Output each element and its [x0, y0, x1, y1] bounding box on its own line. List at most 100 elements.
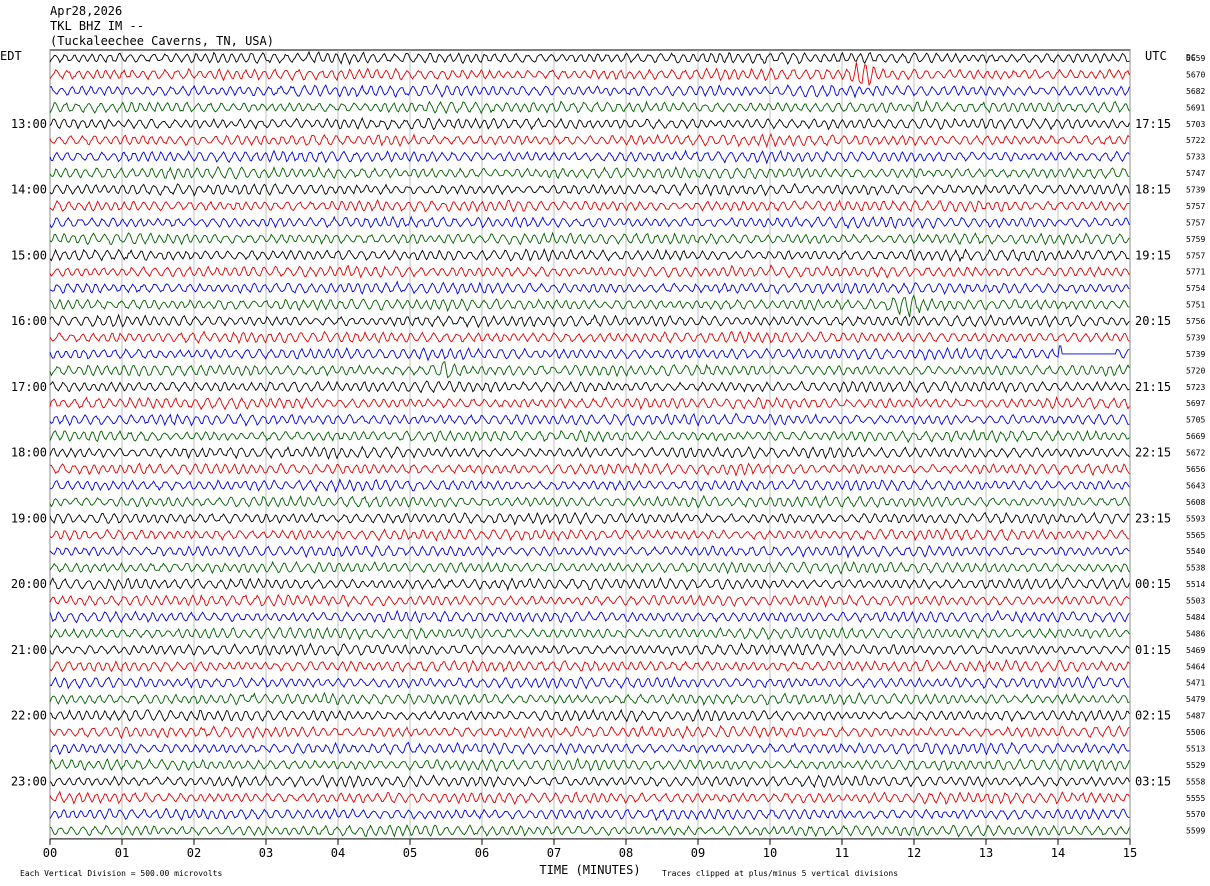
seismic-trace	[49, 132, 1130, 149]
dc-value: 5486	[1186, 629, 1205, 638]
x-tick-label: 02	[187, 846, 201, 860]
dc-value: 5656	[1186, 465, 1205, 474]
seismic-trace	[49, 757, 1130, 773]
seismic-trace	[49, 345, 1130, 362]
dc-value: 5565	[1186, 531, 1205, 540]
dc-value: 5756	[1186, 317, 1205, 326]
seismic-trace	[49, 478, 1130, 494]
edt-axis-label: EDT	[0, 49, 22, 63]
x-axis-label: TIME (MINUTES)	[539, 863, 640, 877]
seismic-trace	[49, 462, 1130, 477]
seismic-trace	[49, 116, 1130, 131]
seismic-trace	[49, 724, 1130, 740]
dc-value: 5672	[1186, 449, 1205, 458]
x-tick-label: 14	[1051, 846, 1065, 860]
x-tick-label: 08	[619, 846, 633, 860]
seismic-trace	[49, 609, 1130, 624]
seismic-trace	[49, 577, 1130, 592]
dc-value: 5733	[1186, 153, 1205, 162]
dc-value: 5739	[1186, 333, 1205, 342]
seismic-trace	[49, 642, 1130, 657]
utc-hour-label: 18:15	[1135, 183, 1171, 197]
seismic-trace	[49, 198, 1130, 213]
dc-value: 5722	[1186, 136, 1205, 145]
dc-value: 5705	[1186, 416, 1205, 425]
edt-hour-label: 20:00	[11, 577, 47, 591]
seismic-trace	[49, 593, 1130, 608]
seismic-trace	[49, 658, 1130, 674]
seismic-trace	[49, 280, 1130, 296]
seismic-trace	[49, 264, 1130, 279]
dc-value: 5670	[1186, 70, 1205, 79]
x-tick-label: 07	[547, 846, 561, 860]
x-tick-label: 13	[979, 846, 993, 860]
dc-value: 5599	[1186, 827, 1205, 836]
dc-value: 5757	[1186, 202, 1205, 211]
utc-hour-label: 20:15	[1135, 314, 1171, 328]
dc-value: 5720	[1186, 366, 1205, 375]
footer-clip-note: Traces clipped at plus/minus 5 vertical …	[662, 869, 898, 878]
seismic-trace	[49, 149, 1130, 165]
utc-hour-label: 22:15	[1135, 446, 1171, 460]
dc-value: 5757	[1186, 251, 1205, 260]
dc-value: 5723	[1186, 383, 1205, 392]
dc-value: 5669	[1186, 432, 1205, 441]
dc-value: 5479	[1186, 695, 1205, 704]
seismic-trace	[49, 708, 1130, 723]
seismic-trace	[49, 824, 1130, 838]
seismic-trace	[49, 380, 1130, 394]
seismic-trace	[49, 675, 1130, 690]
dc-value: 5659	[1186, 54, 1205, 63]
dc-value: 5691	[1186, 103, 1205, 112]
dc-value: 5759	[1186, 235, 1205, 244]
seismic-trace	[49, 741, 1130, 756]
dc-value: 5506	[1186, 728, 1205, 737]
dc-value: 5739	[1186, 186, 1205, 195]
seismic-trace	[49, 412, 1130, 427]
edt-hour-label: 13:00	[11, 117, 47, 131]
x-tick-label: 06	[475, 846, 489, 860]
seismic-trace	[49, 691, 1130, 706]
edt-hour-label: 22:00	[11, 709, 47, 723]
seismic-trace	[49, 83, 1130, 99]
seismic-trace	[49, 231, 1130, 246]
dc-value: 5643	[1186, 481, 1205, 490]
utc-hour-label: 03:15	[1135, 774, 1171, 788]
dc-value: 5570	[1186, 810, 1205, 819]
utc-hour-label: 19:15	[1135, 248, 1171, 262]
edt-hour-label: 17:00	[11, 380, 47, 394]
x-tick-label: 11	[835, 846, 849, 860]
plot-frame	[49, 49, 1131, 840]
seismic-trace	[49, 445, 1130, 460]
dc-value: 5757	[1186, 218, 1205, 227]
seismic-trace	[49, 494, 1130, 509]
utc-hour-label: 00:15	[1135, 577, 1171, 591]
dc-value: 5484	[1186, 613, 1205, 622]
edt-hour-label: 23:00	[11, 774, 47, 788]
dc-value: 5697	[1186, 399, 1205, 408]
utc-hour-label: 01:15	[1135, 643, 1171, 657]
x-tick-label: 03	[259, 846, 273, 860]
utc-hour-label: 17:15	[1135, 117, 1171, 131]
edt-hour-label: 15:00	[11, 248, 47, 262]
seismic-trace	[49, 361, 1130, 379]
x-tick-label: 01	[115, 846, 129, 860]
seismic-trace	[49, 774, 1130, 789]
dc-value: 5529	[1186, 761, 1205, 770]
dc-value: 5739	[1186, 350, 1205, 359]
dc-value: 5513	[1186, 744, 1205, 753]
dc-value: 5558	[1186, 777, 1205, 786]
x-tick-label: 00	[43, 846, 57, 860]
utc-hour-label: 23:15	[1135, 511, 1171, 525]
dc-value: 5747	[1186, 169, 1205, 178]
seismic-trace	[49, 626, 1130, 641]
dc-value: 5771	[1186, 268, 1205, 277]
dc-value: 5682	[1186, 87, 1205, 96]
seismic-trace	[49, 511, 1130, 526]
seismic-trace	[49, 99, 1130, 115]
dc-value: 5540	[1186, 547, 1205, 556]
edt-hour-label: 18:00	[11, 446, 47, 460]
seismic-trace	[49, 527, 1130, 542]
utc-axis-label: UTC	[1145, 49, 1167, 63]
seismic-trace	[49, 330, 1130, 345]
